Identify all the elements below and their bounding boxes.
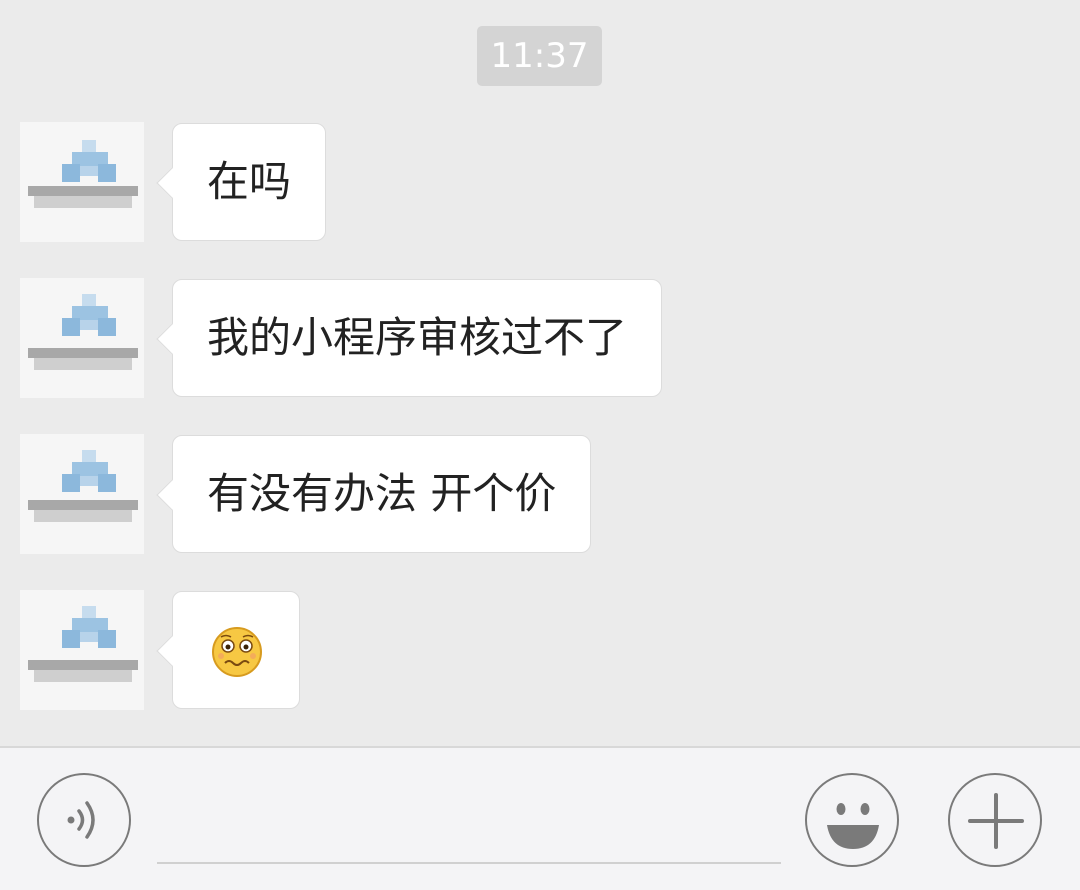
emoji-message-bubble[interactable] [156, 591, 300, 709]
more-options-button[interactable] [948, 773, 1042, 867]
message-row: 在吗 [0, 122, 1080, 244]
worried-face-emoji-icon [212, 627, 262, 677]
contact-avatar[interactable] [20, 590, 144, 710]
voice-button[interactable] [37, 773, 131, 867]
voice-icon [67, 801, 95, 839]
plus-icon [968, 793, 1024, 849]
contact-avatar[interactable] [20, 122, 144, 242]
contact-avatar[interactable] [20, 278, 144, 398]
message-row: 有没有办法 开个价 [0, 434, 1080, 556]
bubble-tail [156, 635, 188, 667]
message-bubble[interactable]: 有没有办法 开个价 [156, 435, 592, 553]
message-row: 我的小程序审核过不了 [0, 278, 1080, 400]
avatar-blurred-image [28, 140, 138, 208]
avatar-blurred-image [28, 606, 138, 682]
chat-area: 11:37 在吗 我的小程序审核过不了 有没有办法 开个价 [0, 0, 1080, 746]
smiley-icon [827, 803, 879, 849]
bubble-tail [156, 167, 188, 199]
bubble-tail [156, 479, 188, 511]
message-text: 我的小程序审核过不了 [207, 313, 628, 362]
avatar-blurred-image [28, 450, 138, 522]
message-row [0, 590, 1080, 712]
contact-avatar[interactable] [20, 434, 144, 554]
emoji-button[interactable] [805, 773, 899, 867]
message-text: 在吗 [207, 157, 292, 206]
message-bubble[interactable]: 在吗 [156, 123, 327, 241]
bubble-tail [156, 323, 188, 355]
message-text: 有没有办法 开个价 [207, 469, 557, 518]
chat-input-bar [0, 746, 1080, 890]
message-bubble[interactable]: 我的小程序审核过不了 [156, 279, 663, 397]
message-text-input[interactable] [157, 778, 781, 864]
avatar-blurred-image [28, 294, 138, 370]
chat-timestamp: 11:37 [477, 26, 602, 86]
